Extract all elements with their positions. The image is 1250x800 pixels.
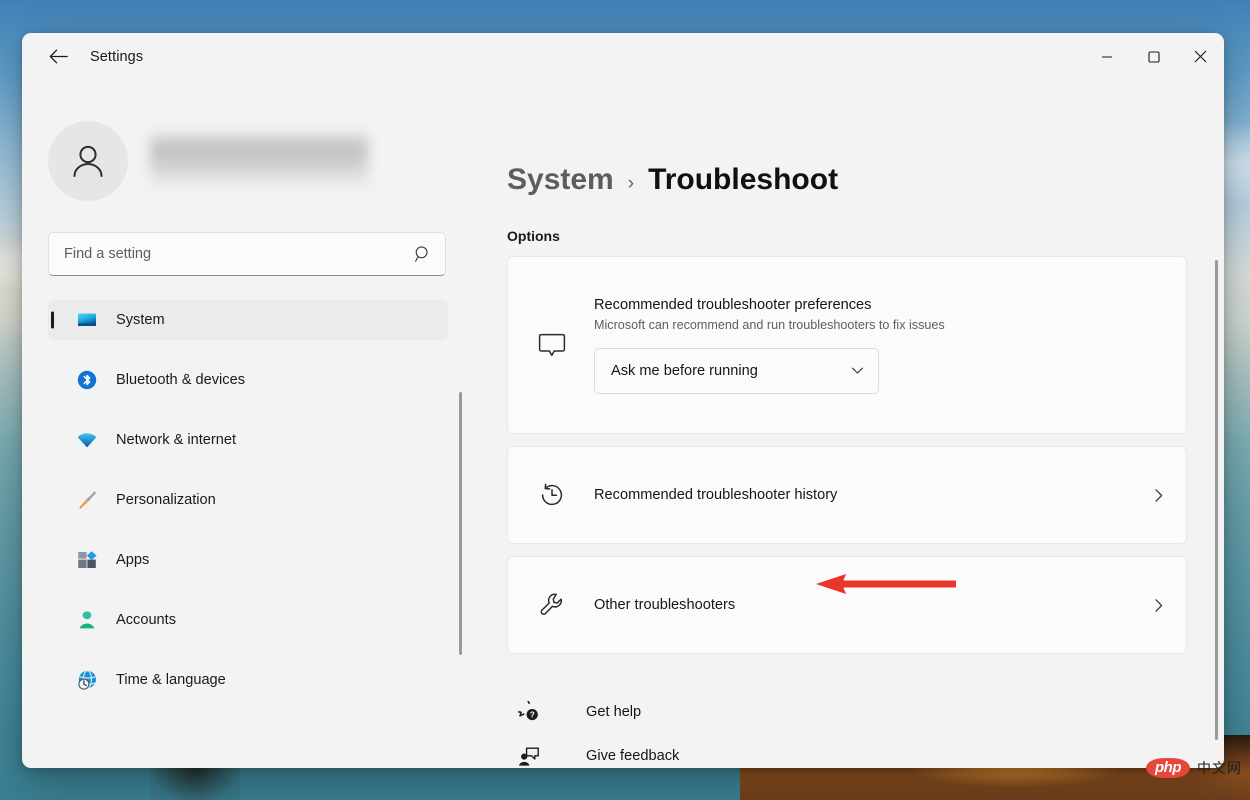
link-give-feedback[interactable]: Give feedback (507, 734, 837, 768)
chevron-right-icon: › (628, 173, 634, 195)
card-body: Recommended troubleshooter history (574, 487, 1130, 503)
sidebar-item-label: System (116, 312, 165, 328)
dropdown-selected-value: Ask me before running (611, 363, 758, 379)
minimize-icon (1101, 51, 1113, 63)
card-body: Other troubleshooters (574, 597, 1130, 613)
chevron-down-icon (851, 364, 864, 377)
history-clock-icon (530, 481, 574, 509)
app-title: Settings (90, 49, 143, 65)
breadcrumb: System › Troubleshoot (507, 163, 1224, 197)
window-body: System Bluetooth & devices (22, 80, 1224, 768)
avatar (48, 121, 128, 201)
card-recommended-troubleshooter-history[interactable]: Recommended troubleshooter history (507, 446, 1187, 544)
sidebar-item-network-internet[interactable]: Network & internet (48, 420, 448, 460)
sidebar-item-accounts[interactable]: Accounts (48, 600, 448, 640)
desktop-wallpaper: Settings (0, 0, 1250, 800)
get-help-icon: ? (510, 701, 548, 723)
card-other-troubleshooters[interactable]: Other troubleshooters (507, 556, 1187, 654)
bluetooth-icon (76, 369, 98, 391)
sidebar-item-bluetooth-devices[interactable]: Bluetooth & devices (48, 360, 448, 400)
card-description: Microsoft can recommend and run troubles… (594, 318, 1176, 332)
maximize-button[interactable] (1130, 33, 1177, 80)
card-title: Recommended troubleshooter preferences (594, 297, 1176, 313)
main-scrollbar[interactable] (1215, 260, 1218, 740)
give-feedback-icon (510, 745, 548, 767)
sidebar-item-label: Apps (116, 552, 149, 568)
card-recommended-troubleshooter-preferences: Recommended troubleshooter preferences M… (507, 256, 1187, 434)
sidebar-scrollbar[interactable] (459, 392, 462, 655)
sidebar-item-system[interactable]: System (48, 300, 448, 340)
sidebar-item-personalization[interactable]: Personalization (48, 480, 448, 520)
speech-bubble-icon (530, 331, 574, 359)
sidebar: System Bluetooth & devices (22, 80, 500, 768)
main-content: System › Troubleshoot Options Recommende… (500, 80, 1224, 768)
link-label: Get help (586, 704, 641, 720)
svg-text:?: ? (530, 711, 535, 720)
minimize-button[interactable] (1083, 33, 1130, 80)
close-icon (1194, 50, 1207, 63)
selection-indicator (51, 312, 54, 329)
search-icon[interactable] (414, 245, 432, 263)
sidebar-item-label: Accounts (116, 612, 176, 628)
breadcrumb-parent[interactable]: System (507, 163, 614, 197)
close-button[interactable] (1177, 33, 1224, 80)
paintbrush-icon (76, 489, 98, 511)
account-row[interactable] (48, 118, 500, 204)
sidebar-item-label: Personalization (116, 492, 216, 508)
wifi-icon (76, 429, 98, 451)
card-title: Other troubleshooters (594, 597, 1120, 613)
watermark-logo: php (1146, 758, 1190, 778)
sidebar-item-label: Bluetooth & devices (116, 372, 245, 388)
title-bar: Settings (22, 33, 1224, 80)
apps-icon (76, 549, 98, 571)
clock-globe-icon (76, 669, 98, 691)
sidebar-item-time-language[interactable]: Time & language (48, 660, 448, 700)
back-button[interactable] (40, 41, 76, 73)
window-controls (1083, 33, 1224, 80)
chevron-right-icon (1130, 488, 1186, 503)
page-title: Troubleshoot (648, 163, 838, 197)
search-box[interactable] (48, 232, 446, 276)
link-get-help[interactable]: ? Get help (507, 690, 837, 734)
person-avatar-icon (67, 140, 109, 182)
watermark-text: 中文网 (1197, 758, 1242, 778)
watermark: php 中文网 (1146, 758, 1242, 778)
link-label: Give feedback (586, 748, 679, 764)
account-name-blurred (150, 133, 368, 189)
wrench-icon (530, 591, 574, 619)
recommended-troubleshooter-preferences-dropdown[interactable]: Ask me before running (594, 348, 879, 394)
card-title: Recommended troubleshooter history (594, 487, 1120, 503)
chevron-right-icon (1130, 598, 1186, 613)
card-body: Recommended troubleshooter preferences M… (574, 297, 1186, 394)
sidebar-item-label: Network & internet (116, 432, 236, 448)
help-links: ? Get help Give fee (507, 690, 1224, 768)
sidebar-item-label: Time & language (116, 672, 226, 688)
back-arrow-icon (49, 49, 68, 64)
maximize-icon (1148, 51, 1160, 63)
nav-list: System Bluetooth & devices (48, 300, 500, 700)
accounts-icon (76, 609, 98, 631)
sidebar-item-apps[interactable]: Apps (48, 540, 448, 580)
settings-window: Settings (22, 33, 1224, 768)
search-input[interactable] (64, 246, 414, 262)
section-label: Options (507, 228, 1224, 244)
monitor-icon (76, 309, 98, 331)
